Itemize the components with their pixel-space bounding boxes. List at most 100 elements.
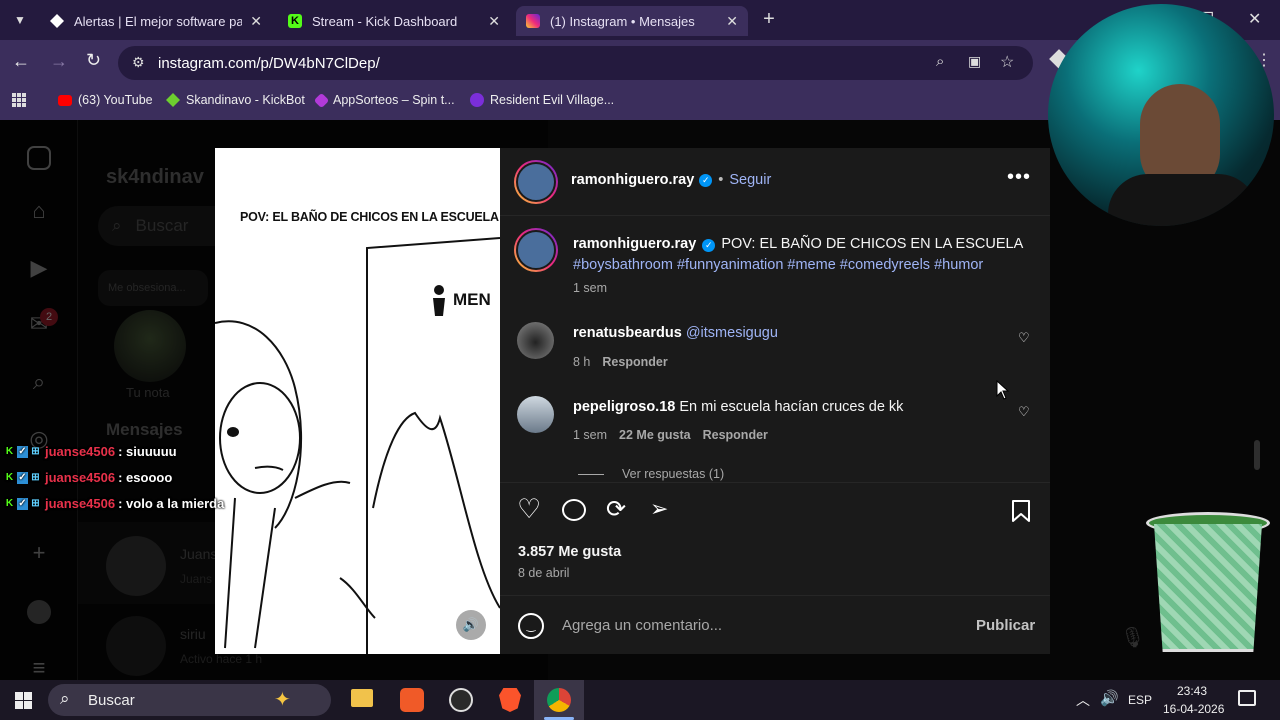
file-explorer-icon[interactable] [351,689,373,707]
like-icon[interactable]: ♡ [517,494,541,524]
bookmark-youtube[interactable]: (63) YouTube [58,93,153,107]
webcam-overlay [1048,4,1274,226]
sparkle-icon: ✦ [274,689,291,711]
chat-text: : volo a la mierda [118,496,225,511]
tray-chevron-icon[interactable]: ︿ [1076,690,1090,710]
post-video[interactable]: POV: EL BAÑO DE CHICOS EN LA ESCUELA MEN… [215,148,500,654]
caption-avatar[interactable] [514,228,558,272]
forward-icon[interactable]: → [50,51,68,72]
close-tab-icon[interactable]: ✕ [488,13,500,30]
taskbar-search[interactable]: ⌕ Buscar ✦ [48,684,331,716]
tab-alertas[interactable]: Alertas | El mejor software para ✕ [40,6,272,36]
separator-dot: • [718,172,724,188]
save-icon[interactable] [1010,499,1032,523]
tab-search-button[interactable]: ▼ [10,10,30,30]
caption-hashtags[interactable]: #boysbathroom #funnyanimation #meme #com… [573,257,983,273]
notifications-icon[interactable] [1238,690,1256,706]
comment-meta: 1 sem 22 Me gusta Responder [573,428,768,442]
author-header: ramonhiguero.ray ✓ • Seguir [571,172,771,188]
close-tab-icon[interactable]: ✕ [726,13,738,30]
caption-time: 1 sem [573,281,608,295]
volume-icon[interactable]: 🔊 [1100,689,1119,707]
comment-like-icon[interactable]: ♡ [1018,330,1030,346]
clock-date[interactable]: 16-04-2026 [1163,702,1224,716]
comment-time: 8 h [573,355,591,369]
youtube-icon [58,94,72,106]
comment-likes[interactable]: 22 Me gusta [619,428,691,442]
cartoon-illustration [215,237,500,654]
repost-icon[interactable]: ⟳ [606,495,626,524]
reload-icon[interactable]: ↻ [86,50,101,71]
alertas-icon [50,14,64,28]
bookmark-star-icon[interactable]: ☆ [1000,52,1014,72]
appsorteos-icon [313,92,330,108]
more-options-icon[interactable]: ••• [1007,166,1031,189]
caption-author[interactable]: ramonhiguero.ray [573,236,696,252]
clock-time[interactable]: 23:43 [1177,684,1207,698]
divider [500,482,1050,483]
chrome-icon[interactable] [534,680,584,720]
author-avatar[interactable] [514,160,558,204]
bookmark-resident-evil[interactable]: Resident Evil Village... [470,93,614,107]
site-info-icon[interactable]: ⚙ [132,54,145,71]
comment-icon[interactable] [562,499,586,521]
commenter-avatar[interactable] [517,396,554,433]
bookmark-kickbot[interactable]: Skandinavo - KickBot [166,93,305,107]
tab-title: Stream - Kick Dashboard [312,13,458,29]
tab-instagram[interactable]: (1) Instagram • Mensajes ✕ [516,6,748,36]
instagram-icon [526,14,540,28]
kick-icon: K [288,14,302,28]
trash-can-overlay [1146,512,1270,654]
bookmark-appsorteos[interactable]: AppSorteos – Spin t... [313,92,455,108]
obs-icon[interactable] [449,688,473,712]
resident-evil-icon [470,93,484,107]
comment-user[interactable]: pepeligroso.18 [573,399,675,415]
comment: pepeligroso.18 En mi escuela hacían cruc… [573,399,903,415]
kick-badge-icon: K [5,471,14,483]
zoom-icon[interactable]: ⌕ [936,53,944,70]
view-replies[interactable]: Ver respuestas (1) [578,467,724,481]
view-replies-label: Ver respuestas (1) [622,467,725,481]
back-icon[interactable]: ← [12,51,30,72]
mute-button[interactable]: 🔊 [456,610,486,640]
bookmark-label: AppSorteos – Spin t... [333,93,455,107]
close-tab-icon[interactable]: ✕ [250,13,262,30]
install-app-icon[interactable]: ▣ [968,53,981,70]
comment-text[interactable]: @itsmesigugu [686,325,778,341]
likes-count[interactable]: 3.857 Me gusta [518,544,621,560]
kick-badge-icon: K [5,445,14,457]
reply-button[interactable]: Responder [703,428,768,442]
emoji-icon[interactable]: ‿ [518,613,544,639]
commenter-avatar[interactable] [517,322,554,359]
reply-button[interactable]: Responder [602,355,667,369]
share-icon[interactable]: ➢ [650,496,668,522]
comment-like-icon[interactable]: ♡ [1018,404,1030,420]
post-date: 8 de abril [518,566,570,580]
chat-message: K ✓ ⊞ juanse4506 : volo a la mierda [4,496,224,511]
language-indicator[interactable]: ESP [1128,693,1152,707]
chat-user: juanse4506 [45,470,116,485]
app-orange-icon[interactable] [400,688,424,712]
new-tab-button[interactable]: + [758,8,780,30]
kick-badge-icon: K [5,497,14,509]
tab-title: (1) Instagram • Mensajes [550,13,695,29]
windows-taskbar: ⌕ Buscar ✦ ︿ 🔊 ESP 23:43 16-04-2026 [0,680,1280,720]
instagram-page: ⌂ ▶ ✉ 2 ⌕ ◎ + ≡ sk4ndinav ⌕ Buscar Me ob… [0,120,1280,680]
close-window-icon[interactable]: ✕ [1248,9,1261,29]
post-modal: POV: EL BAÑO DE CHICOS EN LA ESCUELA MEN… [215,148,1050,654]
caption-block: ramonhiguero.ray ✓ POV: EL BAÑO DE CHICO… [573,234,1033,276]
url-text: instagram.com/p/DW4bN7ClDep/ [158,54,380,72]
comment-input[interactable]: Agrega un comentario... [562,617,942,634]
follow-button[interactable]: Seguir [729,172,771,188]
brave-icon[interactable] [499,688,521,712]
tab-kick[interactable]: K Stream - Kick Dashboard ✕ [278,6,510,36]
replies-line [578,473,604,475]
windows-start-icon[interactable] [15,692,32,709]
apps-grid-icon[interactable] [12,93,26,107]
comment-user[interactable]: renatusbeardus [573,325,682,341]
address-bar[interactable]: ⚙ instagram.com/p/DW4bN7ClDep/ ⌕ ▣ ☆ [118,46,1033,80]
publish-button[interactable]: Publicar [976,617,1035,634]
verified-icon: ✓ [699,173,713,187]
search-icon: ⌕ [60,689,70,708]
author-name[interactable]: ramonhiguero.ray [571,172,694,188]
